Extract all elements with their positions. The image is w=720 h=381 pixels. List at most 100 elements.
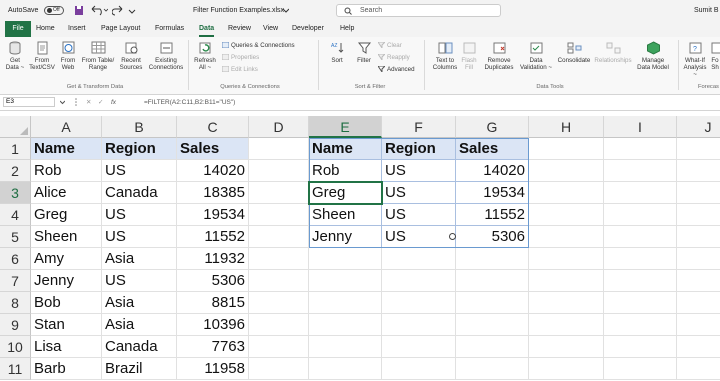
column-header-j[interactable]: J xyxy=(677,116,720,138)
source-table-cell[interactable]: Greg xyxy=(31,204,102,226)
source-table-cell[interactable]: Alice xyxy=(31,182,102,204)
grid-cell[interactable] xyxy=(677,292,720,314)
grid-cell[interactable] xyxy=(604,270,677,292)
grid-cell[interactable] xyxy=(249,336,309,358)
source-table-cell[interactable]: 8815 xyxy=(177,292,249,314)
grid-cell[interactable] xyxy=(249,248,309,270)
grid-cell[interactable] xyxy=(249,314,309,336)
grid-cell[interactable] xyxy=(677,248,720,270)
grid-cell[interactable] xyxy=(456,336,529,358)
column-header-b[interactable]: B xyxy=(102,116,177,138)
grid-cell[interactable] xyxy=(604,138,677,160)
grid-cell[interactable] xyxy=(382,270,456,292)
source-table-cell[interactable]: 19534 xyxy=(177,204,249,226)
source-table-cell[interactable]: US xyxy=(102,226,177,248)
tab-file[interactable]: File xyxy=(5,21,31,37)
grid-cell[interactable] xyxy=(309,314,382,336)
row-header-4[interactable]: 4 xyxy=(0,204,31,226)
source-table-cell[interactable]: 10396 xyxy=(177,314,249,336)
remove-duplicates-button[interactable]: Remove Duplicates xyxy=(481,41,517,71)
text-to-columns-button[interactable]: Text to Columns xyxy=(430,41,460,71)
column-header-i[interactable]: I xyxy=(604,116,677,138)
get-data-button[interactable]: Get Data ~ xyxy=(3,41,27,71)
grid-cell[interactable] xyxy=(604,292,677,314)
source-table-cell[interactable]: Asia xyxy=(102,248,177,270)
source-table-cell[interactable]: US xyxy=(102,270,177,292)
advanced-filter-button[interactable]: Advanced xyxy=(378,66,415,74)
data-validation-button[interactable]: Data Validation ~ xyxy=(517,41,555,71)
source-table-cell[interactable]: Sheen xyxy=(31,226,102,248)
column-header-e[interactable]: E xyxy=(309,116,382,138)
tab-review[interactable]: Review xyxy=(228,21,251,37)
grid-cell[interactable] xyxy=(382,314,456,336)
grid-cell[interactable] xyxy=(604,226,677,248)
source-table-cell[interactable]: Rob xyxy=(31,160,102,182)
forecast-sheet-button[interactable]: Fo Sh xyxy=(710,41,720,71)
column-header-a[interactable]: A xyxy=(31,116,102,138)
name-box-dropdown-icon[interactable] xyxy=(60,100,65,105)
source-table-header-cell[interactable]: Name xyxy=(31,138,102,160)
row-header-2[interactable]: 2 xyxy=(0,160,31,182)
save-icon[interactable] xyxy=(74,5,84,16)
column-header-c[interactable]: C xyxy=(177,116,249,138)
source-table-cell[interactable]: 11932 xyxy=(177,248,249,270)
what-if-analysis-button[interactable]: ? What-If Analysis ~ xyxy=(681,41,709,78)
column-header-d[interactable]: D xyxy=(249,116,309,138)
grid-cell[interactable] xyxy=(249,204,309,226)
grid-cell[interactable] xyxy=(604,314,677,336)
recent-sources-button[interactable]: Recent Sources xyxy=(116,41,146,71)
grid-cell[interactable] xyxy=(456,358,529,380)
undo-icon[interactable] xyxy=(90,5,108,16)
row-header-5[interactable]: 5 xyxy=(0,226,31,248)
redo-icon[interactable] xyxy=(112,5,124,16)
grid-cell[interactable] xyxy=(604,182,677,204)
grid-cell[interactable] xyxy=(382,336,456,358)
grid-cell[interactable] xyxy=(456,292,529,314)
source-table-cell[interactable]: Stan xyxy=(31,314,102,336)
grid-cell[interactable] xyxy=(309,336,382,358)
sort-button[interactable]: AZ Sort xyxy=(327,41,347,64)
grid-cell[interactable] xyxy=(529,138,604,160)
source-table-cell[interactable]: Jenny xyxy=(31,270,102,292)
source-table-cell[interactable]: Barb xyxy=(31,358,102,380)
grid-cell[interactable] xyxy=(249,182,309,204)
clear-filter-button[interactable]: Clear xyxy=(378,42,402,50)
source-table-cell[interactable]: 11552 xyxy=(177,226,249,248)
source-table-header-cell[interactable]: Region xyxy=(102,138,177,160)
tab-data[interactable]: Data xyxy=(199,21,215,37)
insert-function-icon[interactable]: fx xyxy=(111,95,116,110)
source-table-cell[interactable]: Asia xyxy=(102,292,177,314)
grid-cell[interactable] xyxy=(604,358,677,380)
tab-view[interactable]: View xyxy=(263,21,278,37)
row-header-7[interactable]: 7 xyxy=(0,270,31,292)
row-header-6[interactable]: 6 xyxy=(0,248,31,270)
grid-cell[interactable] xyxy=(529,292,604,314)
grid-cell[interactable] xyxy=(249,160,309,182)
grid-cell[interactable] xyxy=(249,292,309,314)
tab-help[interactable]: Help xyxy=(340,21,354,37)
search-box[interactable]: Search xyxy=(336,4,501,17)
cancel-icon[interactable]: ✕ xyxy=(86,95,91,110)
column-header-h[interactable]: H xyxy=(529,116,604,138)
source-table-cell[interactable]: US xyxy=(102,160,177,182)
properties-button[interactable]: Properties xyxy=(222,54,259,62)
grid-cell[interactable] xyxy=(249,226,309,248)
grid-cell[interactable] xyxy=(529,248,604,270)
grid-cell[interactable] xyxy=(529,270,604,292)
consolidate-button[interactable]: Consolidate xyxy=(556,41,592,64)
grid-cell[interactable] xyxy=(309,270,382,292)
row-header-11[interactable]: 11 xyxy=(0,358,31,380)
grid-cell[interactable] xyxy=(604,248,677,270)
worksheet-grid[interactable]: A B C D E F G H I J 1 2 3 4 5 6 7 8 9 10 11 Name Region Sales Ro… xyxy=(0,110,720,381)
from-web-button[interactable]: From Web xyxy=(57,41,79,71)
autosave-toggle[interactable]: Off xyxy=(44,6,64,15)
grid-cell[interactable] xyxy=(456,248,529,270)
grid-cell[interactable] xyxy=(529,226,604,248)
from-text-csv-button[interactable]: From Text/CSV xyxy=(27,41,57,71)
grid-cell[interactable] xyxy=(529,182,604,204)
source-table-cell[interactable]: Canada xyxy=(102,182,177,204)
grid-cell[interactable] xyxy=(529,160,604,182)
row-header-1[interactable]: 1 xyxy=(0,138,31,160)
source-table-cell[interactable]: Lisa xyxy=(31,336,102,358)
tab-page-layout[interactable]: Page Layout xyxy=(101,21,140,37)
